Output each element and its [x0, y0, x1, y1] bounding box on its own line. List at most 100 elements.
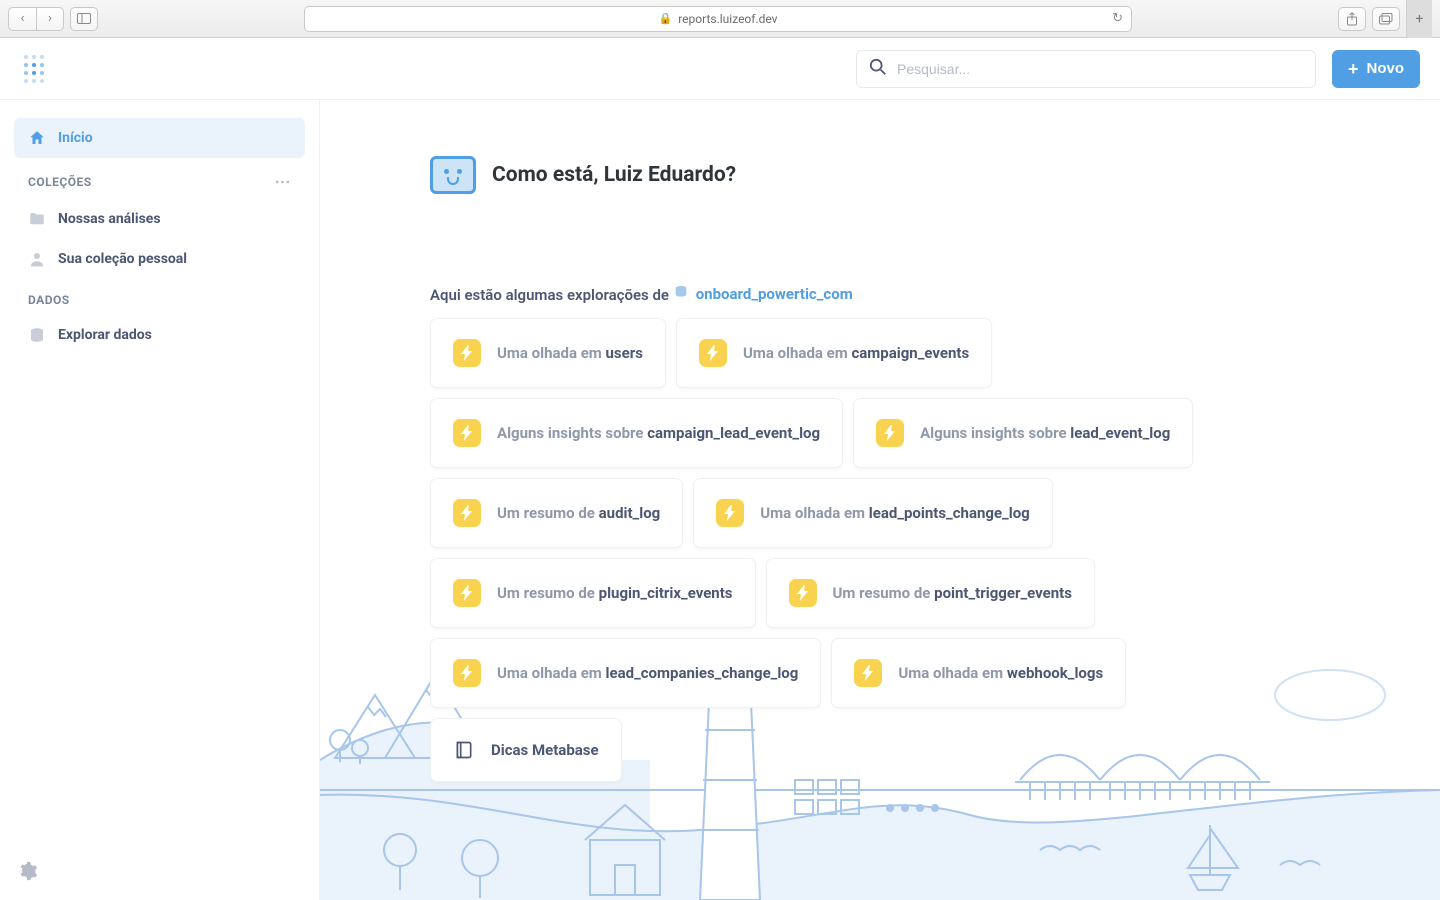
- card-subject: lead_event_log: [1070, 424, 1170, 442]
- browser-forward-button[interactable]: ›: [36, 7, 64, 31]
- lock-icon: 🔒: [659, 12, 673, 25]
- database-icon: [673, 284, 689, 304]
- sidebar-section-collections: COLEÇÕES ⋯: [14, 158, 305, 199]
- card-label: Alguns insights sobre lead_event_log: [920, 424, 1170, 442]
- card-subject: webhook_logs: [1007, 664, 1103, 682]
- sidebar-item-personal[interactable]: Sua coleção pessoal: [14, 239, 305, 279]
- exploration-cards: Uma olhada em usersUma olhada em campaig…: [430, 318, 1210, 708]
- card-prefix: Uma olhada em: [497, 344, 606, 362]
- card-label: Uma olhada em campaign_events: [743, 344, 969, 362]
- card-label: Uma olhada em users: [497, 344, 643, 362]
- card-label: Um resumo de point_trigger_events: [833, 584, 1072, 602]
- database-icon: [28, 326, 46, 344]
- sidebar-section-label: DADOS: [28, 293, 70, 307]
- browser-sidebar-button[interactable]: [70, 7, 98, 31]
- bolt-icon: [453, 419, 481, 447]
- exploration-card[interactable]: Um resumo de plugin_citrix_events: [430, 558, 756, 628]
- sidebar-section-data: DADOS: [14, 279, 305, 315]
- browser-share-button[interactable]: [1338, 7, 1366, 31]
- exploration-card[interactable]: Uma olhada em campaign_events: [676, 318, 992, 388]
- database-name: onboard_powertic_com: [696, 285, 853, 303]
- card-prefix: Alguns insights sobre: [497, 424, 647, 442]
- new-button-label: Novo: [1367, 60, 1405, 77]
- bolt-icon: [716, 499, 744, 527]
- sidebar-item-home[interactable]: Início: [14, 118, 305, 158]
- home-icon: [28, 129, 46, 147]
- sidebar-item-explore-data[interactable]: Explorar dados: [14, 315, 305, 355]
- plus-icon: +: [1348, 60, 1359, 78]
- card-prefix: Alguns insights sobre: [920, 424, 1070, 442]
- bolt-icon: [789, 579, 817, 607]
- browser-back-button[interactable]: ‹: [8, 7, 36, 31]
- bolt-icon: [453, 499, 481, 527]
- card-subject: users: [606, 344, 643, 362]
- card-prefix: Um resumo de: [497, 504, 599, 522]
- app-header: + Novo: [0, 38, 1440, 100]
- card-label: Uma olhada em lead_companies_change_log: [497, 664, 798, 682]
- reference-icon: [453, 739, 475, 761]
- greeting: Como está, Luiz Eduardo?: [430, 156, 1440, 194]
- sidebar-item-label: Nossas análises: [58, 211, 161, 227]
- bolt-icon: [699, 339, 727, 367]
- exploration-card[interactable]: Uma olhada em webhook_logs: [831, 638, 1126, 708]
- card-subject: point_trigger_events: [934, 584, 1072, 602]
- sidebar-item-label: Início: [58, 130, 93, 146]
- bolt-icon: [453, 339, 481, 367]
- card-label: Uma olhada em webhook_logs: [898, 664, 1103, 682]
- collections-menu-icon[interactable]: ⋯: [275, 172, 292, 191]
- sidebar: Início COLEÇÕES ⋯ Nossas análises Sua co…: [0, 100, 320, 900]
- explore-prefix: Aqui estão algumas explorações de: [430, 286, 669, 304]
- person-icon: [28, 250, 46, 268]
- card-subject: lead_points_change_log: [869, 504, 1030, 522]
- sidebar-section-label: COLEÇÕES: [28, 175, 92, 189]
- sidebar-item-label: Explorar dados: [58, 327, 152, 343]
- search-input[interactable]: [897, 61, 1303, 77]
- bolt-icon: [854, 659, 882, 687]
- browser-url-text: reports.luizeof.dev: [678, 12, 777, 26]
- metabot-icon: [430, 156, 476, 194]
- exploration-card[interactable]: Uma olhada em lead_points_change_log: [693, 478, 1052, 548]
- exploration-card[interactable]: Um resumo de audit_log: [430, 478, 683, 548]
- card-prefix: Um resumo de: [833, 584, 935, 602]
- metabase-logo[interactable]: [20, 55, 48, 83]
- exploration-card[interactable]: Alguns insights sobre campaign_lead_even…: [430, 398, 843, 468]
- card-label: Um resumo de audit_log: [497, 504, 660, 522]
- new-button[interactable]: + Novo: [1332, 50, 1420, 88]
- greeting-text: Como está, Luiz Eduardo?: [492, 163, 736, 187]
- exploration-card[interactable]: Alguns insights sobre lead_event_log: [853, 398, 1193, 468]
- reload-icon[interactable]: ↻: [1112, 11, 1123, 26]
- exploration-card[interactable]: Um resumo de point_trigger_events: [766, 558, 1095, 628]
- card-prefix: Uma olhada em: [497, 664, 606, 682]
- card-subject: lead_companies_change_log: [606, 664, 799, 682]
- card-prefix: Uma olhada em: [743, 344, 852, 362]
- card-subject: campaign_events: [851, 344, 969, 362]
- card-prefix: Uma olhada em: [898, 664, 1007, 682]
- explore-database-link[interactable]: onboard_powertic_com: [673, 284, 853, 304]
- card-subject: audit_log: [599, 504, 661, 522]
- sidebar-item-label: Sua coleção pessoal: [58, 251, 187, 267]
- browser-tabs-button[interactable]: [1372, 7, 1400, 31]
- card-label: Uma olhada em lead_points_change_log: [760, 504, 1029, 522]
- settings-gear-icon[interactable]: [18, 861, 38, 886]
- card-prefix: Uma olhada em: [760, 504, 869, 522]
- bolt-icon: [876, 419, 904, 447]
- card-label: Alguns insights sobre campaign_lead_even…: [497, 424, 820, 442]
- search-box[interactable]: [856, 50, 1316, 88]
- card-subject: campaign_lead_event_log: [647, 424, 820, 442]
- card-subject: plugin_citrix_events: [599, 584, 733, 602]
- bolt-icon: [453, 579, 481, 607]
- bolt-icon: [453, 659, 481, 687]
- tips-label: Dicas Metabase: [491, 741, 599, 759]
- sidebar-item-our-analytics[interactable]: Nossas análises: [14, 199, 305, 239]
- card-label: Um resumo de plugin_citrix_events: [497, 584, 733, 602]
- explore-heading: Aqui estão algumas explorações de onboar…: [430, 284, 1440, 304]
- exploration-card[interactable]: Uma olhada em lead_companies_change_log: [430, 638, 821, 708]
- browser-url-bar[interactable]: 🔒 reports.luizeof.dev ↻: [304, 6, 1132, 32]
- tips-card[interactable]: Dicas Metabase: [430, 718, 622, 782]
- exploration-card[interactable]: Uma olhada em users: [430, 318, 666, 388]
- browser-toolbar: ‹ › 🔒 reports.luizeof.dev ↻ +: [0, 0, 1440, 38]
- folder-icon: [28, 210, 46, 228]
- search-icon: [869, 58, 887, 80]
- card-prefix: Um resumo de: [497, 584, 599, 602]
- browser-new-tab-button[interactable]: +: [1406, 0, 1432, 38]
